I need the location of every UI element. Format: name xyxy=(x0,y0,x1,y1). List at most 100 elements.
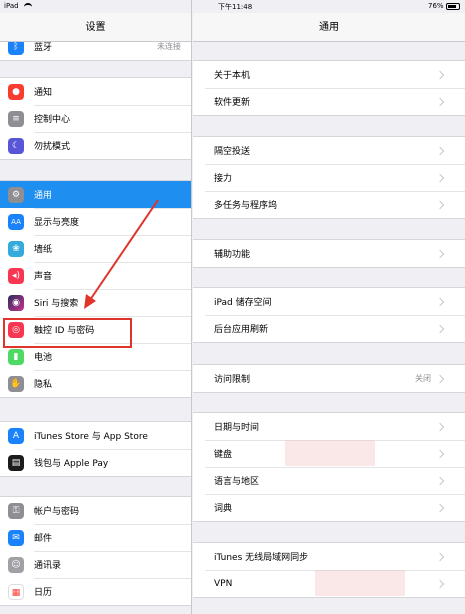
general-item-airdrop[interactable]: 隔空投送 xyxy=(193,137,465,164)
general-item-multitasking-dock[interactable]: 多任务与程序坞 xyxy=(193,191,465,218)
general-item-label: 后台应用刷新 xyxy=(214,325,269,335)
general-group-storage: iPad 储存空间 后台应用刷新 xyxy=(193,287,465,343)
settings-item-label: Siri 与搜索 xyxy=(34,299,79,309)
privacy-hand-icon: ✋ xyxy=(8,375,24,392)
restrictions-status: 关闭 xyxy=(415,374,431,383)
general-item-background-app-refresh[interactable]: 后台应用刷新 xyxy=(193,315,465,342)
settings-item-itunes-app-store[interactable]: A iTunes Store 与 App Store xyxy=(0,422,191,449)
settings-item-label: iTunes Store 与 App Store xyxy=(34,432,148,442)
settings-item-label: 勿扰模式 xyxy=(34,142,71,152)
settings-item-label: 通用 xyxy=(34,191,53,201)
gear-icon: ⚙ xyxy=(8,186,24,203)
chevron-right-icon xyxy=(435,146,445,155)
settings-item-calendar[interactable]: ▦ 日历 xyxy=(0,578,191,605)
annotation-highlight-box xyxy=(3,318,132,348)
chevron-right-icon xyxy=(435,297,445,306)
chevron-right-icon xyxy=(435,173,445,182)
watermark-smudge xyxy=(315,570,405,596)
general-item-label: 多任务与程序坞 xyxy=(214,201,278,211)
sounds-icon: ◂) xyxy=(8,267,24,284)
general-item-label: 接力 xyxy=(214,174,233,184)
settings-item-wallet-apple-pay[interactable]: ▤ 钱包与 Apple Pay xyxy=(0,449,191,476)
control-center-icon: ≡ xyxy=(8,110,24,127)
general-item-label: 辅助功能 xyxy=(214,250,251,260)
settings-item-display-brightness[interactable]: AA 显示与亮度 xyxy=(0,208,191,235)
device-name: iPad xyxy=(4,2,19,10)
chevron-right-icon xyxy=(435,97,445,106)
general-group-datetime: 日期与时间 键盘 语言与地区 词典 xyxy=(193,412,465,522)
contacts-icon: ☺ xyxy=(8,556,24,573)
settings-master-pane: 设置 ᛒ 蓝牙 未连接 ● 通知 ≡ 控制中心 ☾ 勿扰模式 ⚙ 通用 AA 显… xyxy=(0,0,192,614)
settings-item-sounds[interactable]: ◂) 声音 xyxy=(0,262,191,289)
wifi-icon xyxy=(24,3,32,9)
settings-item-label: 通知 xyxy=(34,88,53,98)
status-bar: iPad 下午11:48 76% xyxy=(0,0,465,13)
general-item-label: 语言与地区 xyxy=(214,477,260,487)
general-group-about: 关于本机 软件更新 xyxy=(193,60,465,116)
general-item-label: iPad 储存空间 xyxy=(214,298,272,308)
calendar-icon: ▦ xyxy=(8,583,24,600)
battery-icon: ▮ xyxy=(8,348,24,365)
settings-item-accounts-passwords[interactable]: ⚿ 帐户与密码 xyxy=(0,497,191,524)
battery-percent: 76% xyxy=(428,2,444,10)
settings-item-mail[interactable]: ✉ 邮件 xyxy=(0,524,191,551)
display-brightness-icon: AA xyxy=(8,213,24,230)
general-item-itunes-wifi-sync[interactable]: iTunes 无线局域网同步 xyxy=(193,543,465,570)
settings-item-general[interactable]: ⚙ 通用 xyxy=(0,181,191,208)
settings-item-label: 钱包与 Apple Pay xyxy=(34,459,109,469)
general-item-about[interactable]: 关于本机 xyxy=(193,61,465,88)
general-item-date-time[interactable]: 日期与时间 xyxy=(193,413,465,440)
settings-item-wallpaper[interactable]: ❀ 墙纸 xyxy=(0,235,191,262)
settings-item-label: 控制中心 xyxy=(34,115,71,125)
chevron-right-icon xyxy=(435,503,445,512)
chevron-right-icon xyxy=(435,70,445,79)
do-not-disturb-icon: ☾ xyxy=(8,137,24,154)
battery-status-icon xyxy=(446,3,460,10)
settings-item-control-center[interactable]: ≡ 控制中心 xyxy=(0,105,191,132)
general-item-label: iTunes 无线局域网同步 xyxy=(214,553,309,563)
chevron-right-icon xyxy=(435,249,445,258)
general-item-restrictions[interactable]: 访问限制 关闭 xyxy=(193,365,465,392)
settings-item-label: 声音 xyxy=(34,272,53,282)
general-item-dictionary[interactable]: 词典 xyxy=(193,494,465,521)
master-nav-bar: 设置 xyxy=(0,13,191,42)
general-item-software-update[interactable]: 软件更新 xyxy=(193,88,465,115)
watermark-smudge xyxy=(285,440,375,466)
master-title: 设置 xyxy=(85,22,106,33)
settings-item-label: 墙纸 xyxy=(34,245,53,255)
settings-group-notifications: ● 通知 ≡ 控制中心 ☾ 勿扰模式 xyxy=(0,77,191,160)
settings-item-label: 帐户与密码 xyxy=(34,507,80,517)
settings-group-stores: A iTunes Store 与 App Store ▤ 钱包与 Apple P… xyxy=(0,421,191,477)
settings-item-label: 隐私 xyxy=(34,380,53,390)
general-item-label: 访问限制 xyxy=(214,375,251,385)
settings-item-label: 邮件 xyxy=(34,534,53,544)
chevron-right-icon xyxy=(435,200,445,209)
general-item-ipad-storage[interactable]: iPad 储存空间 xyxy=(193,288,465,315)
chevron-right-icon xyxy=(435,476,445,485)
wallet-icon: ▤ xyxy=(8,454,24,471)
settings-item-contacts[interactable]: ☺ 通讯录 xyxy=(0,551,191,578)
settings-item-privacy[interactable]: ✋ 隐私 xyxy=(0,370,191,397)
general-group-airdrop: 隔空投送 接力 多任务与程序坞 xyxy=(193,136,465,219)
general-item-handoff[interactable]: 接力 xyxy=(193,164,465,191)
settings-group-general: ⚙ 通用 AA 显示与亮度 ❀ 墙纸 ◂) 声音 ◉ Siri 与搜索 ◎ 触控… xyxy=(0,180,191,398)
general-item-language-region[interactable]: 语言与地区 xyxy=(193,467,465,494)
detail-nav-bar: 通用 xyxy=(193,13,465,42)
chevron-right-icon xyxy=(435,579,445,588)
general-item-label: 日期与时间 xyxy=(214,423,260,433)
chevron-right-icon xyxy=(435,374,445,383)
siri-icon: ◉ xyxy=(8,294,24,311)
settings-item-label: 电池 xyxy=(34,353,53,363)
settings-item-label: 显示与亮度 xyxy=(34,218,80,228)
general-item-label: 软件更新 xyxy=(214,98,251,108)
chevron-right-icon xyxy=(435,552,445,561)
notifications-icon: ● xyxy=(8,83,24,100)
app-store-icon: A xyxy=(8,427,24,444)
detail-title: 通用 xyxy=(319,22,339,33)
chevron-right-icon xyxy=(435,449,445,458)
settings-item-siri-search[interactable]: ◉ Siri 与搜索 xyxy=(0,289,191,316)
settings-item-do-not-disturb[interactable]: ☾ 勿扰模式 xyxy=(0,132,191,159)
settings-item-notifications[interactable]: ● 通知 xyxy=(0,78,191,105)
settings-item-label: 日历 xyxy=(34,588,53,598)
general-item-accessibility[interactable]: 辅助功能 xyxy=(193,240,465,267)
